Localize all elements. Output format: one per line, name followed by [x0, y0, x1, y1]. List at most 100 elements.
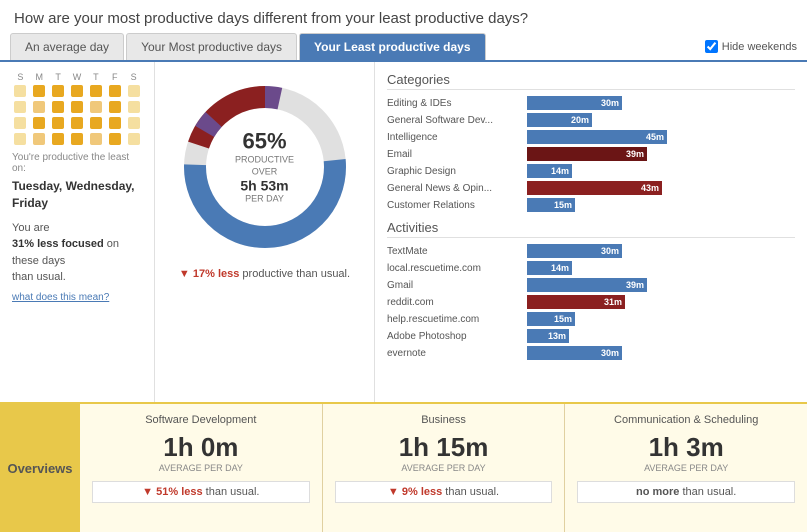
ov-note: ▼ 9% less than usual.: [335, 481, 553, 503]
overviews-section: Overviews Software Development 1h 0m AVE…: [0, 402, 807, 532]
donut-percent: 65%: [222, 128, 307, 154]
activity-bar-fill: 31m: [527, 295, 625, 309]
category-row: Editing & IDEs 30m: [387, 96, 795, 110]
category-label: General Software Dev...: [387, 115, 527, 126]
stats-text: You are 31% less focused on these days t…: [12, 220, 142, 286]
activity-row: Adobe Photoshop 13m: [387, 329, 795, 343]
activity-row: local.rescuetime.com 14m: [387, 261, 795, 275]
donut-chart: 65% PRODUCTIVE OVER 5h 53m PER DAY: [180, 82, 350, 252]
activity-bar-fill: 15m: [527, 312, 575, 326]
category-bar-track: 39m: [527, 147, 795, 161]
category-bar-track: 15m: [527, 198, 795, 212]
activity-row: TextMate 30m: [387, 244, 795, 258]
donut-per-day: PER DAY: [222, 194, 307, 206]
categories-title: Categories: [387, 72, 795, 90]
category-bar-value: 45m: [646, 132, 664, 142]
activity-bar-fill: 30m: [527, 346, 622, 360]
activity-bar-fill: 30m: [527, 244, 622, 258]
activity-bar-value: 14m: [551, 263, 569, 273]
activities-title: Activities: [387, 220, 795, 238]
ov-section-title: Software Development: [145, 414, 256, 426]
calendar-grid: S M T W T F S: [12, 72, 142, 146]
overview-section-0: Software Development 1h 0m AVERAGE PER D…: [80, 404, 323, 532]
these-days-text: these days: [12, 255, 65, 267]
tab-average[interactable]: An average day: [10, 33, 124, 60]
activity-label: help.rescuetime.com: [387, 314, 527, 325]
activity-row: evernote 30m: [387, 346, 795, 360]
activity-bar-track: 14m: [527, 261, 795, 275]
category-label: Graphic Design: [387, 166, 527, 177]
ov-note: no more than usual.: [577, 481, 795, 503]
category-bar-track: 14m: [527, 164, 795, 178]
down-arrow-icon: ▼: [179, 268, 190, 280]
activities-list: TextMate 30m local.rescuetime.com 14m Gm…: [387, 244, 795, 360]
activity-bar-fill: 14m: [527, 261, 572, 275]
what-link[interactable]: what does this mean?: [12, 292, 142, 303]
tab-most[interactable]: Your Most productive days: [126, 33, 297, 60]
overviews-label: Overviews: [0, 404, 80, 532]
category-label: Intelligence: [387, 132, 527, 143]
activity-bar-fill: 39m: [527, 278, 647, 292]
category-label: Editing & IDEs: [387, 98, 527, 109]
ov-note: ▼ 51% less than usual.: [92, 481, 310, 503]
category-bar-value: 43m: [641, 183, 659, 193]
activity-bar-fill: 13m: [527, 329, 569, 343]
main-title: How are your most productive days differ…: [0, 0, 807, 33]
category-row: Intelligence 45m: [387, 130, 795, 144]
hide-weekends-label: Hide weekends: [722, 41, 797, 53]
ov-avg: AVERAGE PER DAY: [159, 463, 243, 473]
activity-bar-track: 39m: [527, 278, 795, 292]
overview-sections: Software Development 1h 0m AVERAGE PER D…: [80, 404, 807, 532]
note-suffix: productive than usual.: [242, 268, 350, 280]
productive-days: Tuesday, Wednesday, Friday: [12, 178, 142, 212]
activity-bar-value: 15m: [554, 314, 572, 324]
ov-time: 1h 0m: [163, 432, 238, 463]
overview-section-1: Business 1h 15m AVERAGE PER DAY ▼ 9% les…: [323, 404, 566, 532]
activity-label: evernote: [387, 348, 527, 359]
category-row: Graphic Design 14m: [387, 164, 795, 178]
ov-avg: AVERAGE PER DAY: [644, 463, 728, 473]
activity-bar-value: 30m: [601, 246, 619, 256]
category-bar-fill: 15m: [527, 198, 575, 212]
activity-bar-track: 13m: [527, 329, 795, 343]
focused-on-text: on: [107, 238, 119, 250]
activity-row: reddit.com 31m: [387, 295, 795, 309]
category-bar-track: 30m: [527, 96, 795, 110]
note-percent: 17% less: [193, 268, 239, 280]
activity-label: local.rescuetime.com: [387, 263, 527, 274]
activity-bar-track: 30m: [527, 346, 795, 360]
activity-bar-value: 31m: [604, 297, 622, 307]
tab-least[interactable]: Your Least productive days: [299, 33, 486, 60]
note-highlight: 9% less: [402, 486, 442, 498]
donut-time: 5h 53m: [222, 178, 307, 194]
activity-bar-track: 30m: [527, 244, 795, 258]
category-row: General News & Opin... 43m: [387, 181, 795, 195]
activity-row: Gmail 39m: [387, 278, 795, 292]
activity-label: TextMate: [387, 246, 527, 257]
category-bar-value: 15m: [554, 200, 572, 210]
hide-weekends-control: Hide weekends: [705, 40, 797, 53]
stats-highlight: 31% less focused: [12, 238, 104, 250]
left-panel: S M T W T F S: [0, 62, 155, 402]
category-label: Email: [387, 149, 527, 160]
activity-label: Gmail: [387, 280, 527, 291]
down-arrow-icon: ▼: [142, 486, 153, 498]
category-bar-track: 45m: [527, 130, 795, 144]
tab-bar: An average day Your Most productive days…: [0, 33, 807, 62]
overview-section-2: Communication & Scheduling 1h 3m AVERAGE…: [565, 404, 807, 532]
category-row: Customer Relations 15m: [387, 198, 795, 212]
category-bar-value: 39m: [626, 149, 644, 159]
category-bar-fill: 30m: [527, 96, 622, 110]
ov-time: 1h 15m: [399, 432, 489, 463]
category-bar-fill: 20m: [527, 113, 592, 127]
category-bar-fill: 45m: [527, 130, 667, 144]
ov-section-title: Business: [421, 414, 466, 426]
donut-productive-label: PRODUCTIVE OVER: [222, 154, 307, 177]
down-arrow-icon: ▼: [388, 486, 399, 498]
ov-section-title: Communication & Scheduling: [614, 414, 758, 426]
category-label: General News & Opin...: [387, 183, 527, 194]
hide-weekends-checkbox[interactable]: [705, 40, 718, 53]
activity-bar-value: 13m: [548, 331, 566, 341]
activity-row: help.rescuetime.com 15m: [387, 312, 795, 326]
activities-section: Activities TextMate 30m local.rescuetime…: [387, 220, 795, 360]
